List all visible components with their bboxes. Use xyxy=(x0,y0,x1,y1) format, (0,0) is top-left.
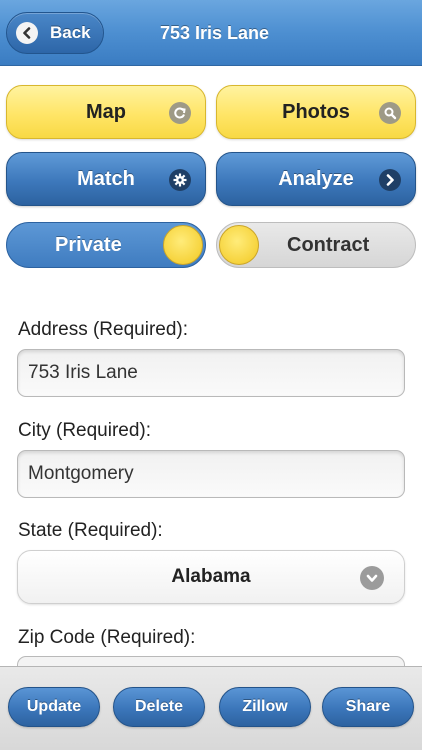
analyze-button-label: Analyze xyxy=(278,167,354,190)
city-input[interactable] xyxy=(17,450,405,498)
photos-button-label: Photos xyxy=(282,100,350,123)
update-button[interactable]: Update xyxy=(8,687,100,727)
arrow-circle-icon xyxy=(169,102,191,124)
contract-toggle[interactable]: Contract xyxy=(216,222,416,268)
map-button[interactable]: Map xyxy=(6,85,206,139)
chevron-down-icon xyxy=(360,566,384,590)
zillow-button[interactable]: Zillow xyxy=(219,687,311,727)
map-button-label: Map xyxy=(86,100,126,123)
gear-icon xyxy=(169,169,191,191)
state-select-value: Alabama xyxy=(171,566,251,587)
search-icon xyxy=(379,102,401,124)
photos-button[interactable]: Photos xyxy=(216,85,416,139)
share-button[interactable]: Share xyxy=(322,687,414,727)
analyze-button[interactable]: Analyze xyxy=(216,152,416,206)
contract-toggle-label: Contract xyxy=(287,233,370,256)
state-label: State (Required): xyxy=(18,520,163,541)
match-button[interactable]: Match xyxy=(6,152,206,206)
back-button[interactable]: Back xyxy=(6,12,104,54)
address-label: Address (Required): xyxy=(18,319,189,340)
city-label: City (Required): xyxy=(18,420,152,441)
footer-toolbar: Update Delete Zillow Share xyxy=(0,666,422,750)
private-toggle[interactable]: Private xyxy=(6,222,206,268)
back-button-label: Back xyxy=(50,23,91,42)
state-select[interactable]: Alabama xyxy=(17,550,405,604)
address-input[interactable] xyxy=(17,349,405,397)
header-bar: Back 753 Iris Lane xyxy=(0,0,422,66)
chevron-left-icon xyxy=(16,22,38,44)
match-button-label: Match xyxy=(77,167,135,190)
delete-button[interactable]: Delete xyxy=(113,687,205,727)
private-toggle-knob[interactable] xyxy=(163,225,203,265)
private-toggle-label: Private xyxy=(55,233,122,256)
page-title: 753 Iris Lane xyxy=(160,22,270,43)
zip-label: Zip Code (Required): xyxy=(18,627,196,648)
chevron-right-icon xyxy=(379,169,401,191)
contract-toggle-knob[interactable] xyxy=(219,225,259,265)
